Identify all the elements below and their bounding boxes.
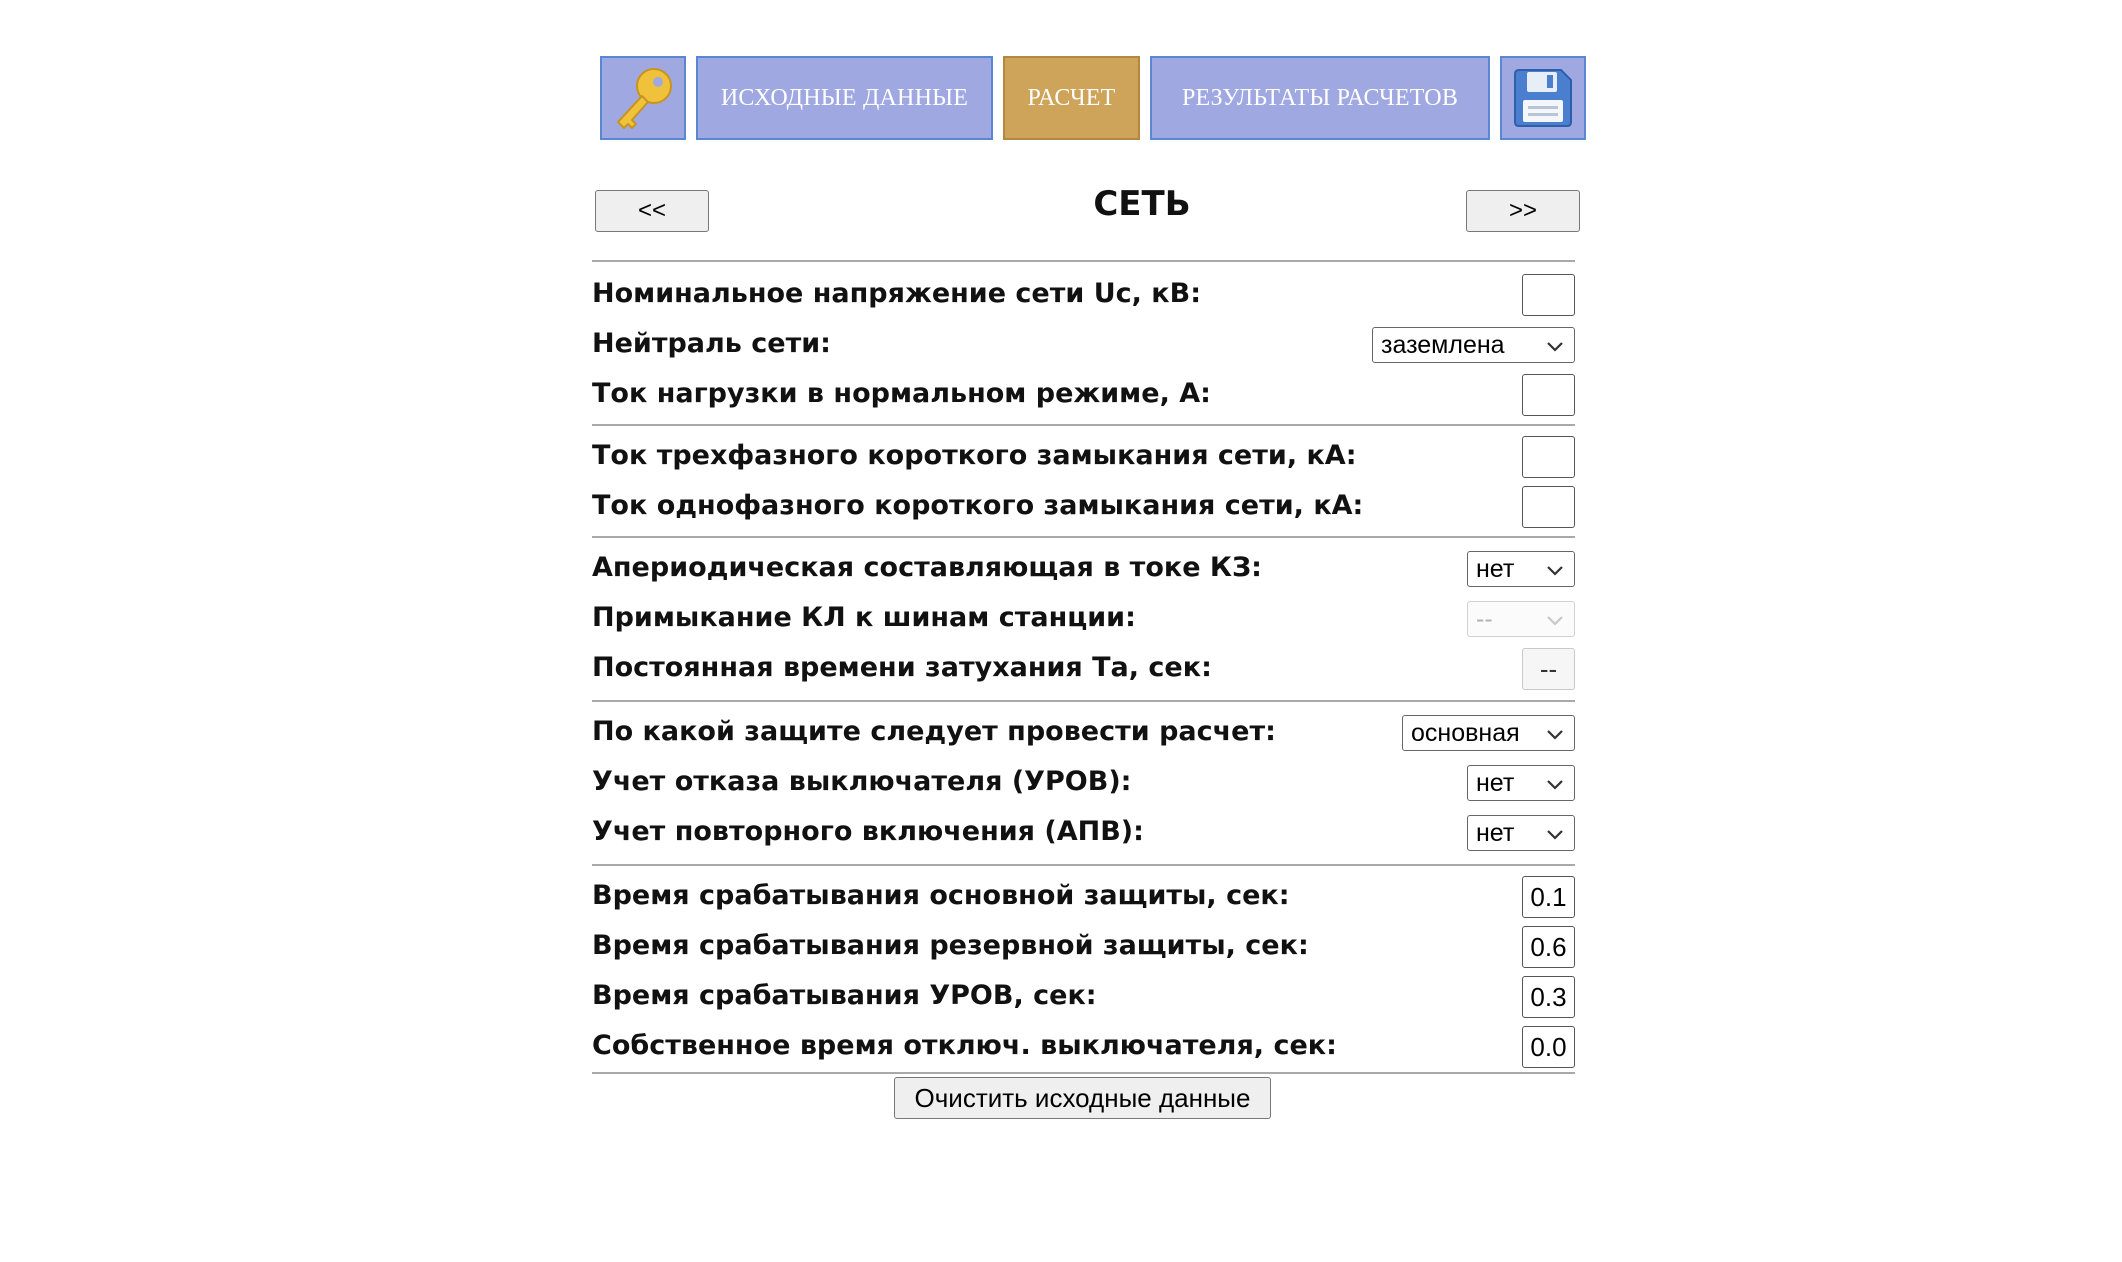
separator (592, 864, 1575, 866)
backup-protection-time-input[interactable]: 0.6 (1522, 926, 1575, 968)
aperiodic-select-value: нет (1476, 554, 1515, 583)
auto-reclose-select-value: нет (1476, 818, 1515, 847)
chevron-down-icon (1547, 830, 1563, 840)
neutral-select[interactable]: заземлена (1372, 327, 1575, 363)
auto-reclose-label: Учет повторного включения (АПВ): (592, 816, 1144, 847)
nominal-voltage-label: Номинальное напряжение сети Uc, кВ: (592, 278, 1202, 309)
load-current-input[interactable] (1522, 374, 1575, 416)
main-protection-time-label: Время срабатывания основной защиты, сек: (592, 880, 1290, 911)
cable-adjacency-label: Примыкание КЛ к шинам станции: (592, 602, 1136, 633)
tab-source-data[interactable]: ИСХОДНЫЕ ДАННЫЕ (696, 56, 993, 140)
breaker-failure-select[interactable]: нет (1467, 765, 1575, 801)
protection-type-select-value: основная (1411, 718, 1520, 747)
separator (592, 424, 1575, 426)
aperiodic-label: Апериодическая составляющая в токе КЗ: (592, 552, 1262, 583)
neutral-label: Нейтраль сети: (592, 328, 831, 359)
chevron-down-icon (1547, 342, 1563, 352)
aperiodic-select[interactable]: нет (1467, 551, 1575, 587)
chevron-down-icon (1547, 780, 1563, 790)
single-phase-sc-label: Ток однофазного короткого замыкания сети… (592, 490, 1364, 521)
save-button[interactable] (1500, 56, 1586, 140)
breaker-own-time-input[interactable]: 0.0 (1522, 1026, 1575, 1068)
chevron-down-icon (1547, 730, 1563, 740)
nominal-voltage-input[interactable] (1522, 274, 1575, 316)
neutral-select-value: заземлена (1381, 330, 1505, 359)
tab-calculation-results[interactable]: РЕЗУЛЬТАТЫ РАСЧЕТОВ (1150, 56, 1490, 140)
separator (592, 260, 1575, 262)
clear-source-data-button[interactable]: Очистить исходные данные (894, 1077, 1271, 1119)
three-phase-sc-label: Ток трехфазного короткого замыкания сети… (592, 440, 1357, 471)
three-phase-sc-input[interactable] (1522, 436, 1575, 478)
urov-time-input[interactable]: 0.3 (1522, 976, 1575, 1018)
breaker-own-time-label: Собственное время отключ. выключателя, с… (592, 1030, 1337, 1061)
protection-type-label: По какой защите следует провести расчет: (592, 716, 1276, 747)
chevron-down-icon (1547, 616, 1563, 626)
separator (592, 1072, 1575, 1074)
breaker-failure-select-value: нет (1476, 768, 1515, 797)
key-icon (617, 68, 672, 129)
time-constant-input[interactable]: -- (1522, 648, 1575, 690)
next-page-button[interactable]: >> (1466, 190, 1580, 232)
separator (592, 700, 1575, 702)
chevron-down-icon (1547, 566, 1563, 576)
tab-calculation[interactable]: РАСЧЕТ (1003, 56, 1140, 140)
cable-adjacency-select[interactable]: -- (1467, 601, 1575, 637)
main-protection-time-input[interactable]: 0.1 (1522, 876, 1575, 918)
auto-reclose-select[interactable]: нет (1467, 815, 1575, 851)
single-phase-sc-input[interactable] (1522, 486, 1575, 528)
backup-protection-time-label: Время срабатывания резервной защиты, сек… (592, 930, 1309, 961)
floppy-disk-icon (1514, 69, 1572, 127)
time-constant-label: Постоянная времени затухания Та, сек: (592, 652, 1212, 683)
urov-time-label: Время срабатывания УРОВ, сек: (592, 980, 1097, 1011)
separator (592, 536, 1575, 538)
protection-type-select[interactable]: основная (1402, 715, 1575, 751)
key-button[interactable] (600, 56, 686, 140)
load-current-label: Ток нагрузки в нормальном режиме, А: (592, 378, 1211, 409)
breaker-failure-label: Учет отказа выключателя (УРОВ): (592, 766, 1132, 797)
cable-adjacency-select-value: -- (1476, 604, 1493, 633)
